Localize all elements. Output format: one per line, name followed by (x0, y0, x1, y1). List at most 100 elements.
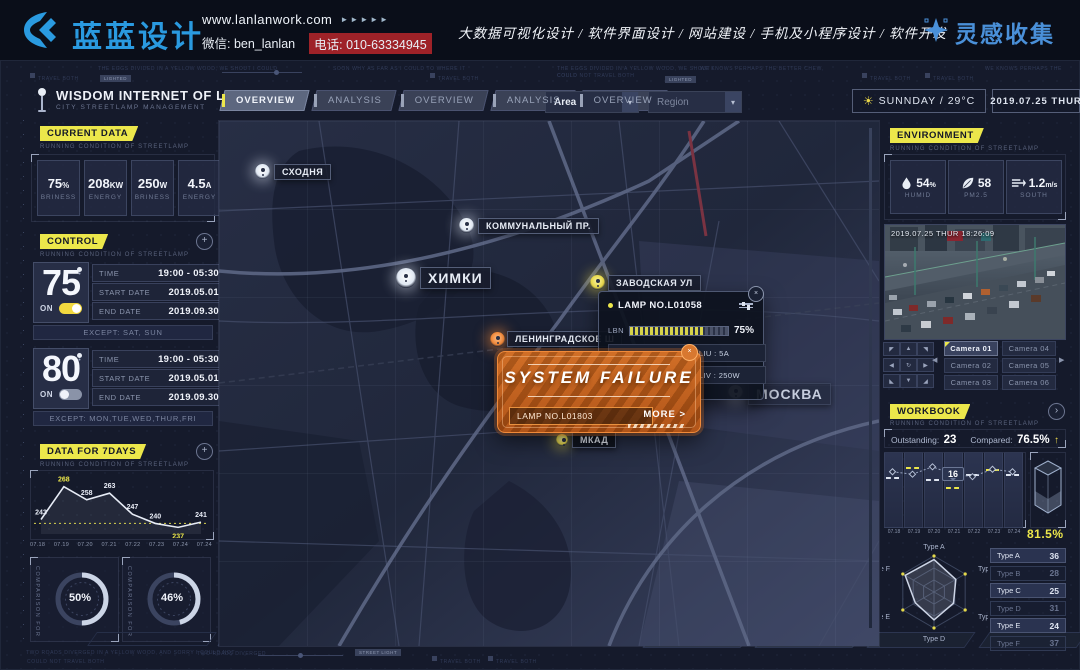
end-date-row[interactable]: END DATE2019.09.30 (92, 302, 226, 320)
pan-left-icon[interactable]: ◀ (883, 358, 900, 372)
decor-badge-street-light: STREET LIGHT (355, 649, 401, 656)
arrows-decoration: ►►►►► (340, 15, 390, 24)
camera-button-6[interactable]: Camera 06 (1002, 375, 1056, 390)
environment-title: ENVIRONMENT (890, 128, 984, 143)
power-toggle[interactable] (59, 389, 82, 400)
bulb-icon (77, 353, 82, 358)
svg-text:247: 247 (127, 504, 139, 511)
x-tick-label: 07.21 (101, 542, 116, 548)
svg-text:237: 237 (172, 533, 184, 538)
map-label[interactable]: МКАД (572, 432, 616, 448)
lamp-pin-warning[interactable] (590, 275, 605, 290)
radar-legend-type-b[interactable]: Type B28 (990, 566, 1066, 581)
close-icon[interactable]: × (681, 344, 698, 361)
power-toggle[interactable] (59, 303, 82, 314)
week-data-title: DATA FOR 7DAYS (40, 444, 146, 459)
tab-marker (580, 94, 583, 107)
gauge-value: 50% (69, 592, 91, 604)
checkbox-icon (30, 73, 35, 78)
radar-legend-type-c[interactable]: Type C25 (990, 583, 1066, 598)
workbook-expand-button[interactable]: › (1048, 403, 1065, 420)
end-date-row[interactable]: END DATE2019.09.30 (92, 388, 226, 406)
camera-button-4[interactable]: Camera 04 (1002, 341, 1056, 356)
metric-tile: 208KW ENERGY (84, 160, 127, 216)
website-link[interactable]: www.lanlanwork.com (202, 12, 332, 27)
lamp-pin-warning[interactable] (556, 434, 568, 446)
tab-analysis-1[interactable]: ANALYSIS (314, 90, 394, 111)
brightness-bar[interactable] (629, 326, 729, 336)
refresh-icon[interactable]: ↻ (900, 358, 917, 372)
lamp-pin[interactable] (396, 268, 416, 288)
pan-up-right-icon[interactable]: ◥ (917, 342, 934, 356)
add-control-button[interactable]: + (196, 233, 213, 250)
camera-feed[interactable]: 2019.07.25 THUR 18:26:09 (884, 224, 1066, 340)
dimmer-group-1: 75 ON (33, 262, 89, 323)
settings-sliders-icon[interactable] (739, 301, 753, 310)
wechat-contact: 微信: ben_lanlan (202, 33, 295, 54)
radar-legend-type-a[interactable]: Type A36 (990, 548, 1066, 563)
decor-badge-lighted: LIGHTED (665, 76, 696, 83)
pan-up-left-icon[interactable]: ◤ (883, 342, 900, 356)
pan-up-icon[interactable]: ▲ (900, 342, 917, 356)
app-root: 蓝蓝设计 www.lanlanwork.com ►►►►► 微信: ben_la… (0, 0, 1080, 670)
radar-legend: Type A36 Type B28 Type C25 Type D31 Type E24… (990, 548, 1066, 653)
time-row[interactable]: TIME19:00 - 05:30 (92, 350, 226, 368)
camera-button-2[interactable]: Camera 02 (944, 358, 998, 373)
camera-next-icon[interactable]: ▶ (1059, 356, 1064, 364)
cube-frame (1030, 452, 1066, 528)
droplet-icon (900, 176, 913, 190)
camera-button-5[interactable]: Camera 05 (1002, 358, 1056, 373)
pan-down-icon[interactable]: ▼ (900, 374, 917, 388)
page-subtitle: CITY STREETLAMP MANAGEMENT (56, 104, 206, 111)
comparison-gauge-1: COMPARISON FOR 50% (30, 557, 119, 642)
camera-button-1[interactable]: Camera 01 (944, 341, 998, 356)
tab-overview-0[interactable]: OVERVIEW (222, 90, 307, 111)
camera-prev-icon[interactable]: ◀ (932, 356, 937, 364)
humidity-tile: 54% HUMID (890, 160, 946, 214)
camera-button-3[interactable]: Camera 03 (944, 375, 998, 390)
lamp-id: LAMP NO.L01058 (618, 300, 702, 311)
camera-col-1: Camera 01 Camera 02 Camera 03 (944, 341, 998, 392)
map-label[interactable]: КОММУНАЛЬНЫЙ ПР. (478, 218, 599, 234)
svg-text:Type A: Type A (923, 544, 945, 551)
lamp-pin[interactable] (459, 218, 474, 233)
radar-legend-type-d[interactable]: Type D31 (990, 601, 1066, 616)
x-tick-label: 07.18 (30, 542, 45, 548)
decor-text: TWO ROADS DIVERGED (197, 651, 266, 658)
radar-legend-type-e[interactable]: Type E24 (990, 618, 1066, 633)
gauge-label: COMPARISON FOR (34, 566, 40, 637)
map-scrollbar[interactable] (869, 128, 872, 628)
pan-down-left-icon[interactable]: ◣ (883, 374, 900, 388)
week-xlabels: 07.1807.1907.2007.2107.2207.2307.2407.24 (30, 542, 212, 548)
decor-text: COULD NOT TRAVEL BOTH (27, 659, 104, 666)
close-icon[interactable]: × (748, 286, 764, 302)
decor-checkbox-travel: TRAVEL BOTH (432, 650, 481, 668)
footer-decor-shape (87, 632, 217, 646)
caret-down-icon[interactable]: ▾ (725, 92, 741, 112)
camera-timestamp: 2019.07.25 THUR 18:26:09 (891, 229, 995, 238)
camera-scene (885, 225, 1065, 339)
current-data-subtitle: RUNNING CONDITION OF STREETLAMP (40, 144, 189, 150)
bar-tooltip: 16 (942, 467, 964, 481)
state-label: ON (40, 390, 53, 399)
start-date-row[interactable]: START DATE2019.05.01 (92, 369, 226, 387)
time-row[interactable]: TIME19:00 - 05:30 (92, 264, 226, 282)
more-button[interactable]: MORE > (643, 409, 686, 420)
map-label[interactable]: СХОДНЯ (274, 164, 331, 180)
lamp-pin[interactable] (255, 164, 270, 179)
start-date-row[interactable]: START DATE2019.05.01 (92, 283, 226, 301)
svg-text:Type D: Type D (923, 636, 945, 643)
map-label[interactable]: ЗАВОДСКАЯ УЛ (608, 275, 701, 291)
radar-legend-type-f[interactable]: Type F37 (990, 636, 1066, 651)
svg-text:Type B: Type B (978, 566, 988, 573)
lamp-pin-failure[interactable] (490, 332, 505, 347)
services-list: 大数据可视化设计 / 软件界面设计 / 网站建设 / 手机及小程序设计 / 软件… (458, 22, 947, 42)
environment-subtitle: RUNNING CONDITION OF STREETLAMP (890, 146, 1039, 152)
x-tick-label: 07.19 (904, 529, 924, 535)
map-label[interactable]: ХИМКИ (420, 267, 491, 289)
tab-overview-2[interactable]: OVERVIEW (401, 90, 486, 111)
pan-down-right-icon[interactable]: ◢ (917, 374, 934, 388)
failure-rule (528, 364, 670, 365)
bulb-icon (77, 267, 82, 272)
add-week-button[interactable]: + (196, 443, 213, 460)
